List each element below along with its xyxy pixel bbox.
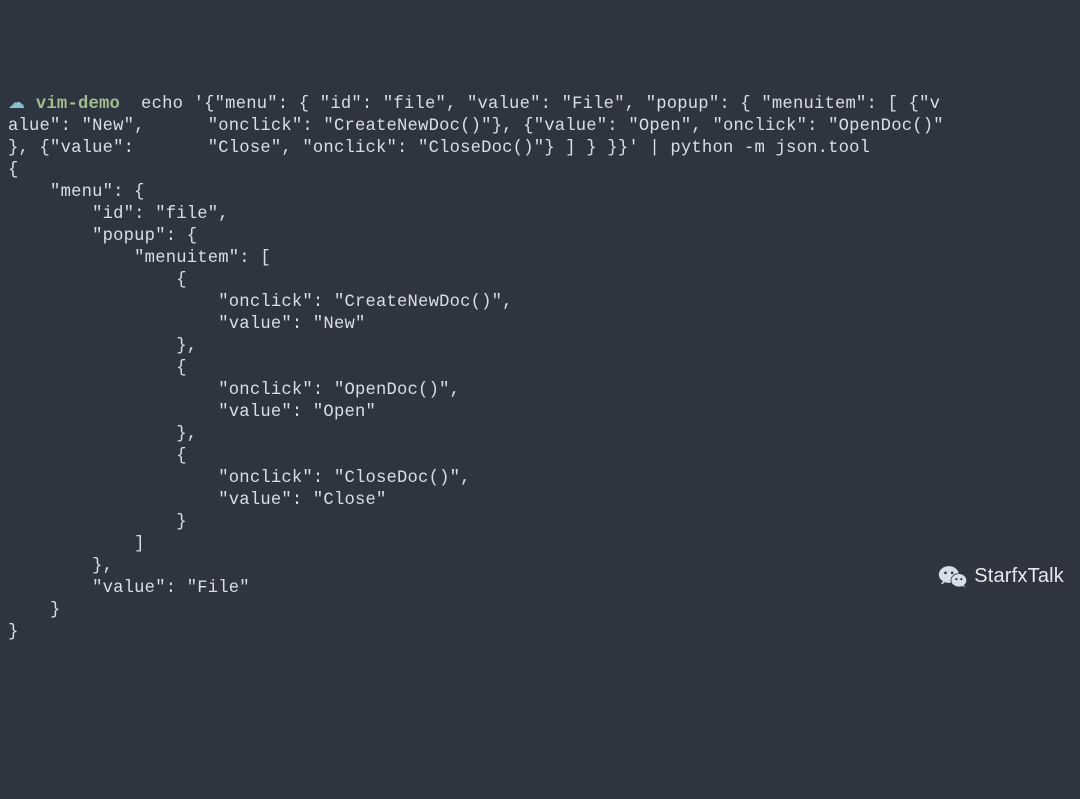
terminal-output-line: }, xyxy=(8,556,1072,578)
terminal-output-line: "popup": { xyxy=(8,226,1072,248)
terminal-output-line: { xyxy=(8,446,1072,468)
terminal-output-line: } xyxy=(8,512,1072,534)
terminal-output-line: "value": "File" xyxy=(8,578,1072,600)
terminal-output-line: "value": "Open" xyxy=(8,402,1072,424)
terminal-output-line: { xyxy=(8,270,1072,292)
terminal-output-line: }, xyxy=(8,336,1072,358)
terminal-output-line: ] xyxy=(8,534,1072,556)
terminal-output-line: "value": "Close" xyxy=(8,490,1072,512)
terminal-output-line: } xyxy=(8,622,1072,644)
wechat-icon xyxy=(938,564,968,590)
terminal-output-line: "onclick": "CreateNewDoc()", xyxy=(8,292,1072,314)
prompt-hostname: vim-demo xyxy=(36,95,120,114)
terminal-command-line3[interactable]: }, {"value": "Close", "onclick": "CloseD… xyxy=(8,139,870,158)
terminal-output-line: "onclick": "CloseDoc()", xyxy=(8,468,1072,490)
watermark: StarfxTalk xyxy=(938,564,1064,590)
terminal-command-line2[interactable]: alue": "New", "onclick": "CreateNewDoc()… xyxy=(8,117,944,136)
terminal-output-line: "menu": { xyxy=(8,182,1072,204)
terminal-output-line: }, xyxy=(8,424,1072,446)
terminal-output-line: { xyxy=(8,358,1072,380)
terminal-output-line: { xyxy=(8,160,1072,182)
watermark-text: StarfxTalk xyxy=(974,564,1064,590)
terminal-output-line: "value": "New" xyxy=(8,314,1072,336)
terminal-output-line: "onclick": "OpenDoc()", xyxy=(8,380,1072,402)
cloud-icon: ☁ xyxy=(8,95,25,114)
terminal-output-line: "menuitem": [ xyxy=(8,248,1072,270)
terminal-command-line1[interactable]: echo '{"menu": { "id": "file", "value": … xyxy=(131,95,941,114)
terminal-output-line: "id": "file", xyxy=(8,204,1072,226)
